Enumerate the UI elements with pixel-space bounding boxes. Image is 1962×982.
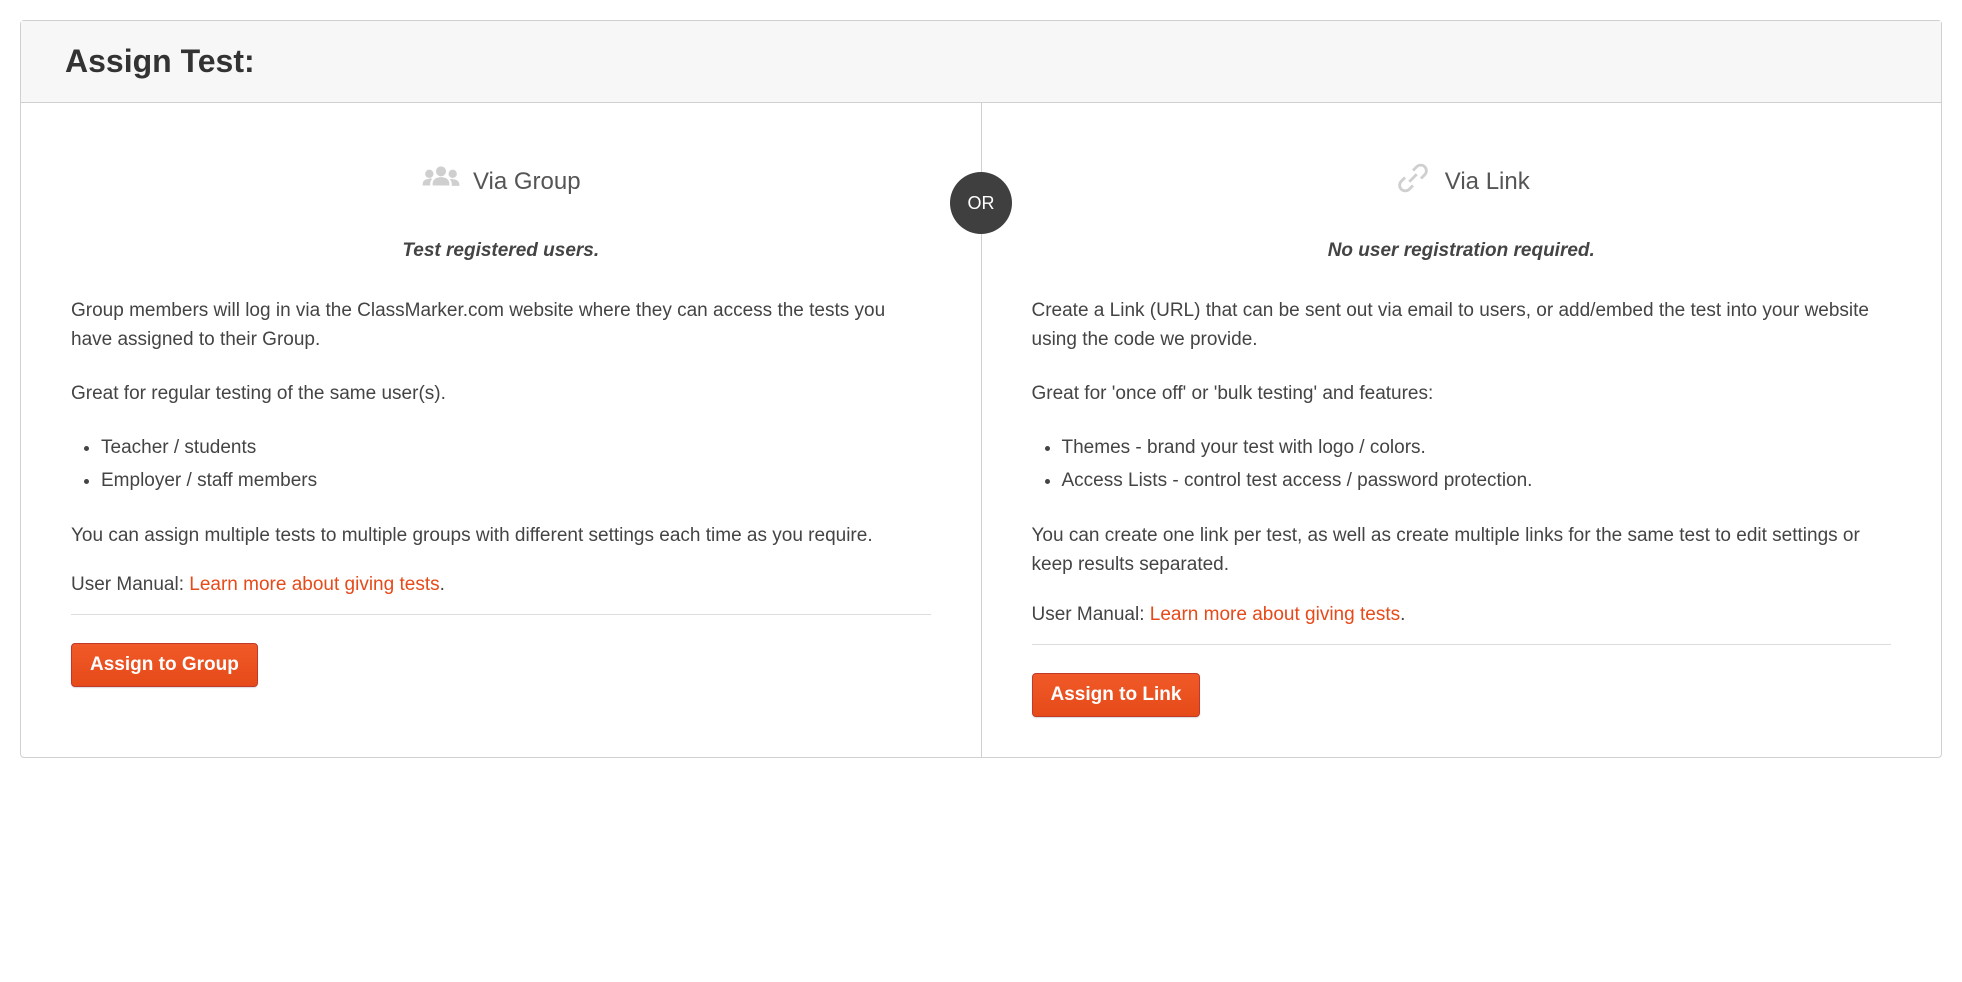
manual-suffix: . <box>440 574 445 595</box>
via-link-subtitle: No user registration required. <box>1032 240 1892 262</box>
via-link-manual: User Manual: Learn more about giving tes… <box>1032 604 1892 626</box>
via-group-column: Via Group Test registered users. Group m… <box>21 103 982 757</box>
via-group-desc-1: Group members will log in via the ClassM… <box>71 296 931 355</box>
via-group-manual: User Manual: Learn more about giving tes… <box>71 574 931 596</box>
via-group-subtitle: Test registered users. <box>71 240 931 262</box>
via-link-title: Via Link <box>1032 163 1892 200</box>
or-divider-badge: OR <box>950 172 1012 234</box>
link-icon <box>1393 163 1433 200</box>
divider <box>1032 644 1892 645</box>
list-item: Access Lists - control test access / pas… <box>1062 465 1892 497</box>
assign-to-group-button[interactable]: Assign to Group <box>71 643 258 687</box>
via-group-title-text: Via Group <box>473 168 581 196</box>
via-link-column: Via Link No user registration required. … <box>982 103 1942 757</box>
group-icon <box>421 163 461 200</box>
assign-to-link-button[interactable]: Assign to Link <box>1032 673 1201 717</box>
panel-header: Assign Test: <box>21 21 1941 103</box>
via-group-title: Via Group <box>71 163 931 200</box>
via-group-desc-2: Great for regular testing of the same us… <box>71 379 931 408</box>
list-item: Teacher / students <box>101 432 931 464</box>
via-group-bullets: Teacher / students Employer / staff memb… <box>71 432 931 497</box>
manual-suffix: . <box>1400 604 1405 625</box>
manual-prefix: User Manual: <box>1032 604 1150 625</box>
assign-test-panel: Assign Test: OR Via Group Test <box>20 20 1942 758</box>
divider <box>71 614 931 615</box>
via-link-desc-1: Create a Link (URL) that can be sent out… <box>1032 296 1892 355</box>
manual-prefix: User Manual: <box>71 574 189 595</box>
list-item: Themes - brand your test with logo / col… <box>1062 432 1892 464</box>
via-link-desc-2: Great for 'once off' or 'bulk testing' a… <box>1032 379 1892 408</box>
via-group-desc-3: You can assign multiple tests to multipl… <box>71 521 931 550</box>
via-link-bullets: Themes - brand your test with logo / col… <box>1032 432 1892 497</box>
list-item: Employer / staff members <box>101 465 931 497</box>
learn-more-link[interactable]: Learn more about giving tests <box>189 574 439 595</box>
via-link-title-text: Via Link <box>1445 168 1530 196</box>
learn-more-link[interactable]: Learn more about giving tests <box>1150 604 1400 625</box>
via-link-desc-3: You can create one link per test, as wel… <box>1032 521 1892 580</box>
panel-body: OR Via Group Test registered users. <box>21 103 1941 757</box>
page-title: Assign Test: <box>65 43 1897 80</box>
